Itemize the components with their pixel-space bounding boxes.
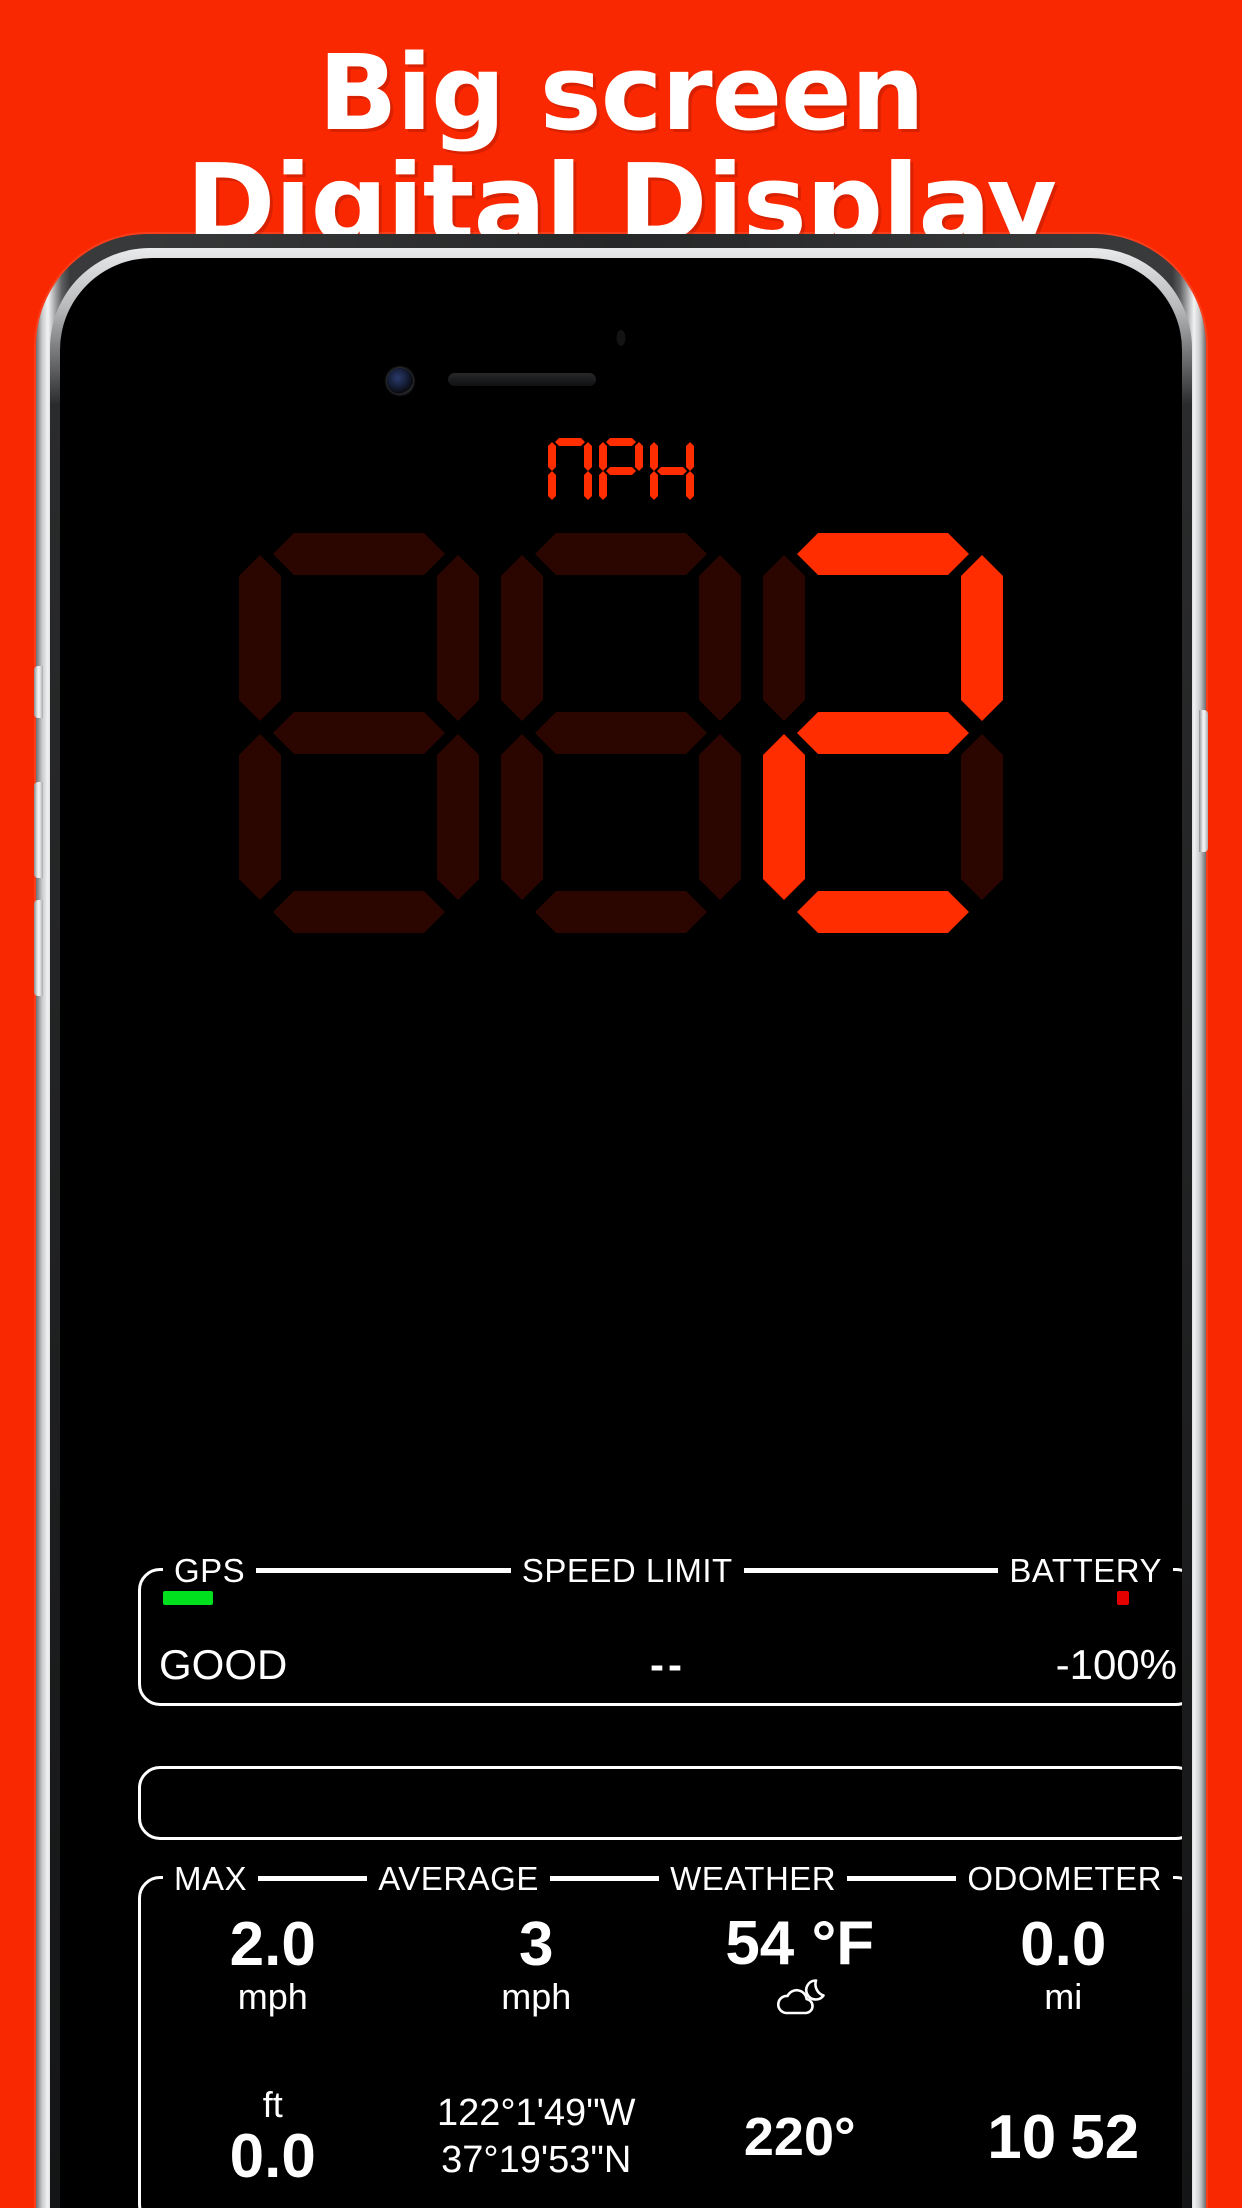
speed-digits: 2 [60,533,1182,933]
odometer-value: 0.0 [1020,1910,1107,1980]
altitude-unit: ft [262,2084,283,2126]
stats-legend-bottom: ALTITUDE COORDINATE COMPASS CLOCK [163,2204,1174,2208]
compass-cell[interactable]: 220° [668,2051,932,2208]
seg-char-p [599,438,643,504]
power-button[interactable] [1199,710,1208,852]
speed-limit-status[interactable]: -- [492,1571,843,1703]
altitude-cell[interactable]: ft 0.0 [141,2051,405,2208]
seg-char-m [548,438,592,504]
odometer-unit: mi [1044,1976,1083,2018]
volume-down-button[interactable] [34,900,43,996]
coordinate-latitude: 37°19'53"N [441,2139,632,2181]
mute-switch-button[interactable] [34,666,43,718]
gps-status-value: GOOD [159,1641,288,1688]
seg-char-h [650,438,694,504]
gps-status[interactable]: GOOD [141,1571,492,1703]
compass-heading: 220° [743,2107,856,2167]
speed-unit-segments [548,438,694,504]
phone-mockup: MPH [34,234,1208,2208]
odometer-cell[interactable]: 0.0 mi [932,1879,1183,2051]
average-speed-value: 3 [519,1910,554,1980]
battery-status[interactable]: -100% [844,1571,1182,1703]
earpiece-speaker-icon [448,373,596,386]
gps-signal-indicator [163,1591,213,1605]
proximity-sensor-icon [616,330,626,346]
stats-panel: MAX AVERAGE WEATHER ODOMETER 2.0 mph 3 m… [138,1860,1183,2208]
speed-digit-1 [239,533,479,933]
speed-digit-3 [763,533,1003,933]
coordinate-cell[interactable]: 122°1'49"W 37°19'53"N [405,2051,669,2208]
battery-value: -100% [1055,1641,1177,1688]
phone-screen: MPH [60,258,1182,2208]
clock-minutes: 52 [1070,2102,1140,2172]
battery-level-indicator [1117,1591,1129,1605]
clock-hours: 10 [987,2102,1057,2172]
front-camera-icon [387,368,413,394]
status-panel: GPS SPEED LIMIT BATTERY GOOD -- -100% [138,1552,1182,1706]
legend-coordinate: COORDINATE [431,2204,676,2208]
coordinate-longitude: 122°1'49"W [436,2092,636,2135]
speed-limit-value: -- [649,1641,686,1688]
clock-cell[interactable]: 10 52 [932,2051,1183,2208]
speed-unit-label: MPH [60,438,1182,508]
average-speed-unit: mph [501,1976,572,2018]
weather-cell[interactable]: 54 °F [668,1879,932,2051]
promo-headline-line1: Big screen [318,31,925,154]
weather-temperature: 54 °F [725,1909,875,1978]
cloud-moon-icon [772,1977,828,2017]
empty-info-panel[interactable] [138,1766,1182,1840]
speed-digit-2 [501,533,741,933]
legend-compass: COMPASS [761,2204,950,2208]
max-speed-cell[interactable]: 2.0 mph [141,1879,405,2051]
volume-up-button[interactable] [34,782,43,878]
legend-altitude: ALTITUDE [163,2204,347,2208]
max-speed-value: 2.0 [229,1910,316,1980]
legend-clock: CLOCK [1034,2204,1174,2208]
altitude-value: 0.0 [229,2121,316,2191]
average-speed-cell[interactable]: 3 mph [405,1879,669,2051]
max-speed-unit: mph [237,1976,308,2018]
